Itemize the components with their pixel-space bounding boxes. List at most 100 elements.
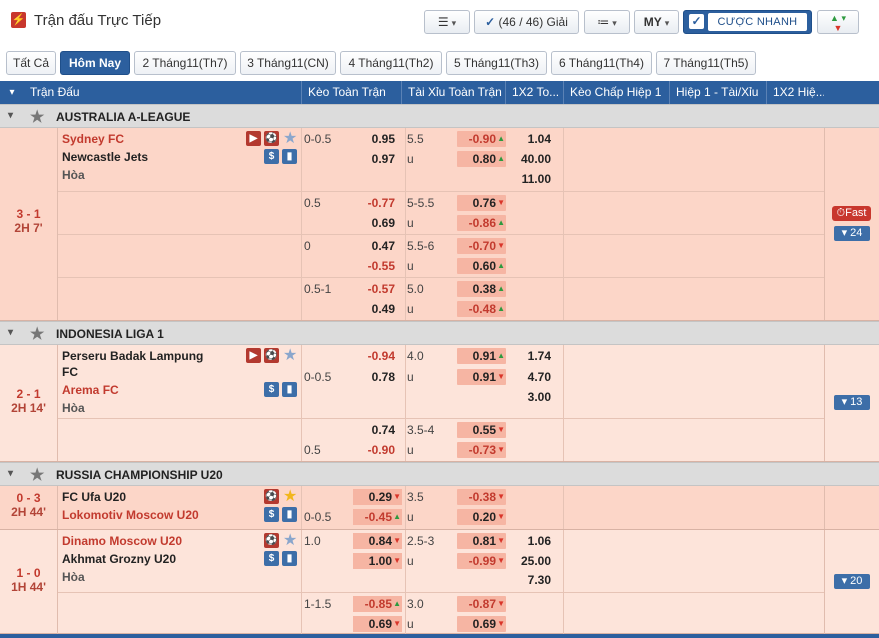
under-odd[interactable]: 0.20 ▼ bbox=[457, 509, 506, 525]
favorite-star-icon[interactable]: ★ bbox=[283, 533, 297, 549]
match-clock: 2H 14' bbox=[11, 401, 46, 415]
handicap-odd-home[interactable]: 0.29 ▼ bbox=[353, 489, 402, 505]
odd-2[interactable]: 40.00 bbox=[507, 152, 551, 166]
handicap-odd-home[interactable]: -0.85 ▲ bbox=[353, 596, 402, 612]
under-odd[interactable]: -0.99 ▼ bbox=[457, 553, 506, 569]
more-markets-button[interactable]: ▾ 20 bbox=[834, 574, 870, 589]
over-odd-value: 0.81 bbox=[472, 534, 496, 548]
live-stream-icon[interactable]: ▶ bbox=[246, 131, 261, 146]
view-mode-button[interactable]: ≔ ▾ bbox=[584, 10, 630, 34]
odd-x[interactable]: 11.00 bbox=[507, 172, 551, 186]
cash-out-icon[interactable]: $ bbox=[264, 382, 279, 397]
top-bar: ⚡ Trận đấu Trực Tiếp ☰ ▾ ✓ (46 / 46) Giải… bbox=[0, 0, 879, 46]
league-name: INDONESIA LIGA 1 bbox=[56, 327, 164, 341]
odds-line: 0.5-1 -0.57 0.49 5.0 u 0.38 ▲ -0.48 ▲ bbox=[58, 277, 824, 320]
live-stream-icon[interactable]: ▶ bbox=[246, 348, 261, 363]
handicap-odd-away[interactable]: 1.00 ▼ bbox=[353, 553, 402, 569]
odd-x[interactable]: 7.30 bbox=[507, 573, 551, 587]
star-icon[interactable]: ★ bbox=[30, 107, 44, 127]
handicap-odd-away[interactable]: -0.55 bbox=[361, 259, 395, 273]
favorite-star-icon[interactable]: ★ bbox=[283, 348, 297, 364]
tab-date-5[interactable]: 5 Tháng11(Th3) bbox=[446, 51, 547, 75]
under-odd[interactable]: 0.80 ▲ bbox=[457, 151, 506, 167]
stats-icon[interactable]: ▮ bbox=[282, 551, 297, 566]
match-row: 3 - 1 2H 7' Sydney FC Newcastle Jets Hòa… bbox=[0, 128, 879, 321]
handicap-odd-away[interactable]: 0.69 ▼ bbox=[353, 616, 402, 632]
handicap-odd-away[interactable]: 0.78 bbox=[361, 370, 395, 384]
over-odd[interactable]: -0.87 ▼ bbox=[457, 596, 506, 612]
away-team: Arema FC bbox=[62, 383, 119, 397]
tab-all[interactable]: Tất Cả bbox=[6, 51, 56, 75]
league-filter-button[interactable]: ✓ (46 / 46) Giải bbox=[474, 10, 579, 34]
odds-type-select[interactable]: MY ▾ bbox=[634, 10, 679, 34]
arrow-down-icon: ▼ bbox=[393, 556, 401, 565]
favorite-star-icon[interactable]: ★ bbox=[283, 131, 297, 147]
odd-1[interactable]: 1.74 bbox=[507, 349, 551, 363]
under-odd[interactable]: 0.69 ▼ bbox=[457, 616, 506, 632]
tab-date-3[interactable]: 3 Tháng11(CN) bbox=[240, 51, 336, 75]
odd-x[interactable]: 3.00 bbox=[507, 390, 551, 404]
over-odd[interactable]: 0.91 ▲ bbox=[457, 348, 506, 364]
tab-date-7[interactable]: 7 Tháng11(Th5) bbox=[656, 51, 756, 75]
match-time: 1 - 0 1H 44' bbox=[0, 530, 58, 634]
odd-1[interactable]: 1.06 bbox=[507, 534, 551, 548]
handicap-odd-home[interactable]: 0.84 ▼ bbox=[353, 533, 402, 549]
under-odd[interactable]: -0.48 ▲ bbox=[457, 301, 506, 317]
over-odd[interactable]: -0.38 ▼ bbox=[457, 489, 506, 505]
more-markets-button[interactable]: ▾ 24 bbox=[834, 226, 870, 241]
handicap-odd-away[interactable]: -0.90 bbox=[361, 443, 395, 457]
more-markets-col: ▾ 13 bbox=[824, 345, 879, 461]
handicap-odd-home[interactable]: -0.77 bbox=[361, 196, 395, 210]
handicap-odd-away[interactable]: -0.45 ▲ bbox=[353, 509, 402, 525]
cash-out-icon[interactable]: $ bbox=[264, 149, 279, 164]
under-odd[interactable]: -0.86 ▲ bbox=[457, 215, 506, 231]
more-markets-button[interactable]: ▾ 13 bbox=[834, 395, 870, 410]
live-match-icon[interactable]: ⚽ bbox=[264, 489, 279, 504]
over-odd[interactable]: -0.90 ▲ bbox=[457, 131, 506, 147]
star-icon[interactable]: ★ bbox=[30, 465, 44, 485]
odd-1[interactable]: 1.04 bbox=[507, 132, 551, 146]
stats-icon[interactable]: ▮ bbox=[282, 149, 297, 164]
star-icon[interactable]: ★ bbox=[30, 324, 44, 344]
fast-market-button[interactable]: ⏱Fast bbox=[832, 206, 871, 221]
live-match-icon[interactable]: ⚽ bbox=[264, 131, 279, 146]
under-odd[interactable]: -0.73 ▼ bbox=[457, 442, 506, 458]
cash-out-icon[interactable]: $ bbox=[264, 551, 279, 566]
quick-bet-toggle[interactable]: ✓ CƯỢC NHANH bbox=[683, 10, 812, 34]
odd-2[interactable]: 25.00 bbox=[507, 554, 551, 568]
over-odd[interactable]: 0.76 ▼ bbox=[457, 195, 506, 211]
live-match-icon[interactable]: ⚽ bbox=[264, 533, 279, 548]
odds-change-sort-button[interactable]: ▲ ▾ ▼ bbox=[817, 10, 859, 34]
under-odd[interactable]: 0.60 ▲ bbox=[457, 258, 506, 274]
handicap-odd-home[interactable]: 0.95 bbox=[361, 132, 395, 146]
handicap-odd-away[interactable]: 0.97 bbox=[361, 152, 395, 166]
over-odd[interactable]: -0.70 ▼ bbox=[457, 238, 506, 254]
favorite-star-icon[interactable]: ★ bbox=[283, 489, 297, 505]
stats-icon[interactable]: ▮ bbox=[282, 507, 297, 522]
sort-menu-button[interactable]: ☰ ▾ bbox=[424, 10, 470, 34]
over-odd[interactable]: 0.38 ▲ bbox=[457, 281, 506, 297]
league-header[interactable]: ▾ ★ INDONESIA LIGA 1 bbox=[0, 321, 879, 345]
handicap-odd-home[interactable]: -0.57 bbox=[361, 282, 395, 296]
under-odd[interactable]: 0.91 ▼ bbox=[457, 369, 506, 385]
cash-out-icon[interactable]: $ bbox=[264, 507, 279, 522]
handicap-odd-home[interactable]: 0.47 bbox=[361, 239, 395, 253]
tab-date-6[interactable]: 6 Tháng11(Th4) bbox=[551, 51, 652, 75]
handicap-odd-away[interactable]: 0.69 bbox=[361, 216, 395, 230]
league-header[interactable]: ▾ ★ RUSSIA CHAMPIONSHIP U20 bbox=[0, 462, 879, 486]
handicap-odd-home[interactable]: 0.74 bbox=[361, 423, 395, 437]
tab-date-2[interactable]: 2 Tháng11(Th7) bbox=[134, 51, 236, 75]
league-header[interactable]: ▾ ★ AUSTRALIA A-LEAGUE bbox=[0, 104, 879, 128]
handicap-odd-away[interactable]: 0.49 bbox=[361, 302, 395, 316]
tab-today[interactable]: Hôm Nay bbox=[60, 51, 130, 75]
chevron-down-icon: ▾ bbox=[451, 18, 457, 28]
stats-icon[interactable]: ▮ bbox=[282, 382, 297, 397]
over-odd[interactable]: 0.55 ▼ bbox=[457, 422, 506, 438]
tab-date-4[interactable]: 4 Tháng11(Th2) bbox=[340, 51, 442, 75]
over-under-line: 4.0 bbox=[407, 349, 424, 363]
live-match-icon[interactable]: ⚽ bbox=[264, 348, 279, 363]
over-odd[interactable]: 0.81 ▼ bbox=[457, 533, 506, 549]
handicap-odd-home[interactable]: -0.94 bbox=[361, 349, 395, 363]
collapse-all-icon[interactable]: ▾ bbox=[0, 81, 24, 104]
odd-2[interactable]: 4.70 bbox=[507, 370, 551, 384]
